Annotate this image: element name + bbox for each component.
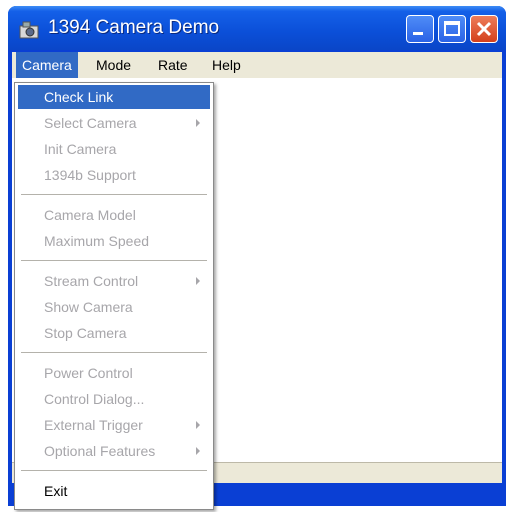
menu-item-show-camera[interactable]: Show Camera xyxy=(18,295,210,319)
minimize-icon xyxy=(413,32,423,35)
menu-item-init-camera[interactable]: Init Camera xyxy=(18,137,210,161)
close-button[interactable] xyxy=(470,15,498,43)
maximize-icon xyxy=(444,21,460,36)
menu-item-1394b-support[interactable]: 1394b Support xyxy=(18,163,210,187)
menu-item-exit[interactable]: Exit xyxy=(18,479,210,503)
submenu-arrow-icon xyxy=(196,277,200,285)
menu-item-power-control[interactable]: Power Control xyxy=(18,361,210,385)
menu-help[interactable]: Help xyxy=(206,52,247,78)
submenu-arrow-icon xyxy=(196,421,200,429)
menu-separator xyxy=(21,352,207,353)
submenu-arrow-icon xyxy=(196,119,200,127)
camera-app-icon xyxy=(19,21,39,39)
menu-item-stop-camera[interactable]: Stop Camera xyxy=(18,321,210,345)
menu-item-control-dialog[interactable]: Control Dialog... xyxy=(18,387,210,411)
menu-item-label: External Trigger xyxy=(44,417,143,433)
menu-item-label: Optional Features xyxy=(44,443,156,459)
menu-separator xyxy=(21,260,207,261)
menu-mode[interactable]: Mode xyxy=(90,52,137,78)
submenu-arrow-icon xyxy=(196,447,200,455)
menu-item-stream-control[interactable]: Stream Control xyxy=(18,269,210,293)
menu-separator xyxy=(21,470,207,471)
camera-dropdown-menu: Check Link Select Camera Init Camera 139… xyxy=(14,82,214,510)
close-icon xyxy=(476,21,492,37)
menu-item-optional-features[interactable]: Optional Features xyxy=(18,439,210,463)
menu-item-camera-model[interactable]: Camera Model xyxy=(18,203,210,227)
menu-separator xyxy=(21,194,207,195)
menu-item-select-camera[interactable]: Select Camera xyxy=(18,111,210,135)
menu-item-external-trigger[interactable]: External Trigger xyxy=(18,413,210,437)
maximize-button[interactable] xyxy=(438,15,466,43)
minimize-button[interactable] xyxy=(406,15,434,43)
window-title: 1394 Camera Demo xyxy=(48,17,220,38)
menu-item-maximum-speed[interactable]: Maximum Speed xyxy=(18,229,210,253)
menu-item-label: Stream Control xyxy=(44,273,139,289)
menu-camera[interactable]: Camera xyxy=(16,52,78,78)
menu-rate[interactable]: Rate xyxy=(152,52,194,78)
menu-bar: Camera Mode Rate Help xyxy=(12,52,502,78)
title-bar[interactable]: 1394 Camera Demo xyxy=(8,6,506,50)
menu-item-check-link[interactable]: Check Link xyxy=(18,85,210,109)
menu-item-label: Select Camera xyxy=(44,115,137,131)
